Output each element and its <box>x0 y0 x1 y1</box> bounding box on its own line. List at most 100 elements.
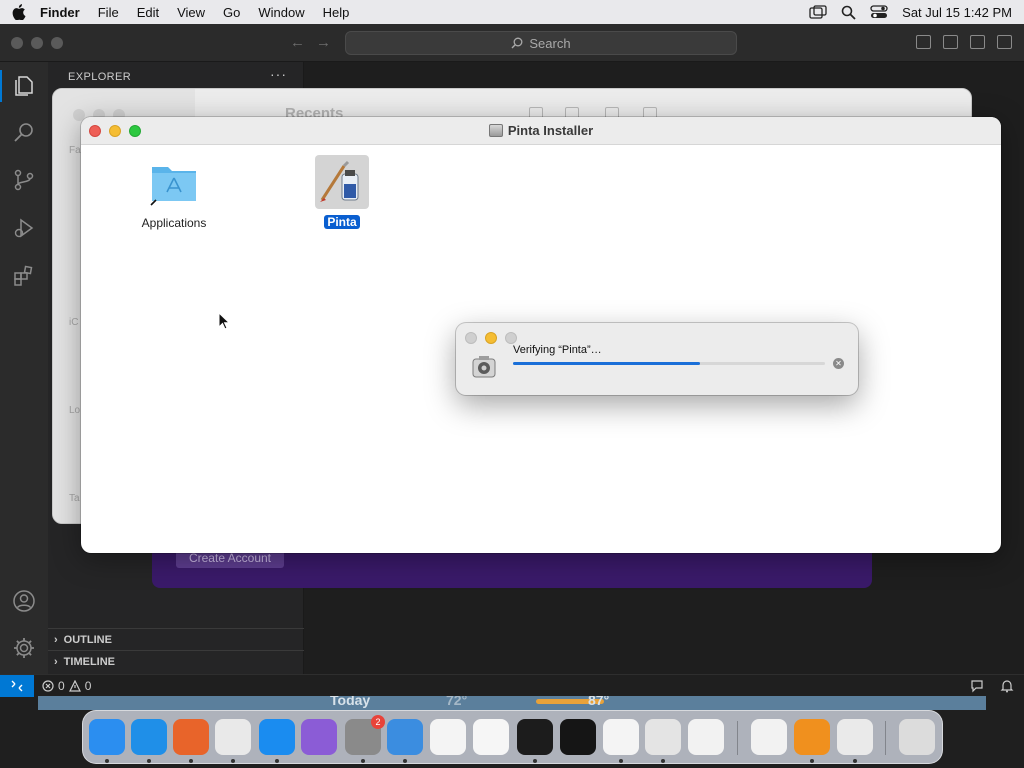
dock-separator <box>885 721 886 755</box>
customize-layout-icon[interactable] <box>997 35 1012 49</box>
apple-menu-icon[interactable] <box>12 4 26 20</box>
menu-help[interactable]: Help <box>323 5 350 20</box>
applications-folder-icon <box>150 167 196 206</box>
verify-progress-fill <box>513 362 701 365</box>
feedback-icon[interactable] <box>970 679 984 693</box>
toggle-secondary-sidebar-icon[interactable] <box>970 35 985 49</box>
running-indicator <box>189 759 193 763</box>
installer-titlebar: Pinta Installer <box>81 117 1001 145</box>
dock-chrome-icon[interactable] <box>215 719 251 755</box>
toggle-panel-icon[interactable] <box>943 35 958 49</box>
problems-indicator[interactable]: 0 0 <box>42 679 91 693</box>
source-control-icon[interactable] <box>10 166 38 194</box>
dock-terminal-icon[interactable] <box>517 719 553 755</box>
dock-books-icon[interactable] <box>794 719 830 755</box>
run-debug-icon[interactable] <box>10 214 38 242</box>
dock-preview-icon[interactable] <box>645 719 681 755</box>
search-icon[interactable] <box>10 118 38 146</box>
explorer-icon[interactable] <box>10 72 38 100</box>
menu-view[interactable]: View <box>177 5 205 20</box>
menu-bar: Finder File Edit View Go Window Help Sat… <box>0 0 1024 24</box>
running-indicator <box>853 759 857 763</box>
verify-progress-bar <box>513 362 825 365</box>
error-count: 0 <box>58 678 65 693</box>
chevron-right-icon: › <box>54 633 58 646</box>
search-icon <box>511 37 523 49</box>
activity-bar <box>0 62 48 674</box>
menu-edit[interactable]: Edit <box>137 5 159 20</box>
dock-calculator-icon[interactable] <box>751 719 787 755</box>
sidebar-label-icloud: iC <box>69 317 79 328</box>
remote-indicator-icon[interactable] <box>0 674 34 697</box>
pinta-thumb <box>315 155 369 209</box>
running-indicator <box>275 759 279 763</box>
running-indicator <box>533 759 537 763</box>
pinta-app-item[interactable]: Pinta <box>297 155 387 229</box>
zoom-button[interactable] <box>51 37 63 49</box>
vscode-titlebar: ← → Search <box>0 24 1024 62</box>
toggle-primary-sidebar-icon[interactable] <box>916 35 931 49</box>
dock-firefox-icon[interactable] <box>173 719 209 755</box>
dock-textedit-icon[interactable] <box>473 719 509 755</box>
dock-visual-studio-icon[interactable] <box>430 719 466 755</box>
verify-status-text: Verifying “Pinta”… <box>513 344 602 356</box>
dock-app-store-icon[interactable] <box>259 719 295 755</box>
chevron-right-icon: › <box>54 655 58 668</box>
warning-count: 0 <box>84 678 92 693</box>
dock-pinta-icon[interactable] <box>837 719 873 755</box>
weather-widget-strip: Today 72° 87° <box>38 696 986 710</box>
dock-launchpad-icon[interactable] <box>688 719 724 755</box>
widget-high-temp: 87° <box>588 696 610 708</box>
dock-system-settings-icon[interactable]: 2 <box>345 715 385 755</box>
notifications-bell-icon[interactable] <box>1000 679 1014 693</box>
dock-weather-icon[interactable] <box>387 719 423 755</box>
widget-day: Today <box>330 696 371 708</box>
extensions-icon[interactable] <box>10 262 38 290</box>
running-indicator <box>661 759 665 763</box>
dock-podcasts-like-icon[interactable] <box>301 719 337 755</box>
notification-badge: 2 <box>371 715 385 729</box>
menu-go[interactable]: Go <box>223 5 240 20</box>
accounts-icon[interactable] <box>10 587 38 615</box>
applications-folder[interactable]: Applications <box>129 159 219 230</box>
timeline-section[interactable]: › TIMELINE <box>48 650 304 672</box>
manage-gear-icon[interactable] <box>10 634 38 662</box>
window-switcher-icon[interactable] <box>809 5 827 19</box>
verify-zoom-button[interactable] <box>505 332 517 344</box>
widget-low-temp: 72° <box>446 696 468 708</box>
dock: 2 <box>82 710 943 764</box>
outline-label: OUTLINE <box>63 633 112 646</box>
error-icon <box>42 679 54 692</box>
verify-close-button[interactable] <box>465 332 477 344</box>
menu-file[interactable]: File <box>98 5 119 20</box>
outline-section[interactable]: › OUTLINE <box>48 628 304 650</box>
verify-minimize-button[interactable] <box>485 332 497 344</box>
menu-clock[interactable]: Sat Jul 15 1:42 PM <box>902 5 1012 20</box>
close-button[interactable] <box>11 37 23 49</box>
dock-finder-icon[interactable] <box>89 719 125 755</box>
running-indicator <box>361 759 365 763</box>
control-center-icon[interactable] <box>870 5 888 19</box>
status-bar: 0 0 <box>0 674 1024 697</box>
pinta-app-icon <box>320 160 359 202</box>
menu-window[interactable]: Window <box>258 5 304 20</box>
cancel-verify-icon[interactable]: ✕ <box>833 358 844 369</box>
minimize-button[interactable] <box>31 37 43 49</box>
menu-app-name[interactable]: Finder <box>40 5 80 20</box>
disk-utility-icon <box>472 356 496 378</box>
running-indicator <box>105 759 109 763</box>
spotlight-search-icon[interactable] <box>841 5 856 20</box>
dock-safari-icon[interactable] <box>131 719 167 755</box>
applications-label: Applications <box>141 216 207 230</box>
back-arrow-icon[interactable]: ← <box>290 34 305 51</box>
warning-icon <box>68 679 81 692</box>
sidebar-label-locations: Lo <box>69 405 81 416</box>
command-center-search[interactable]: Search <box>345 31 737 55</box>
timeline-label: TIMELINE <box>63 655 116 668</box>
dock-console-icon[interactable] <box>560 719 596 755</box>
more-actions-icon[interactable]: ··· <box>270 66 287 82</box>
forward-arrow-icon[interactable]: → <box>316 34 331 51</box>
verifying-dialog: Verifying “Pinta”… ✕ <box>456 323 858 395</box>
dock-vs-code-icon[interactable] <box>603 719 639 755</box>
dock-trash-icon[interactable] <box>899 719 935 755</box>
